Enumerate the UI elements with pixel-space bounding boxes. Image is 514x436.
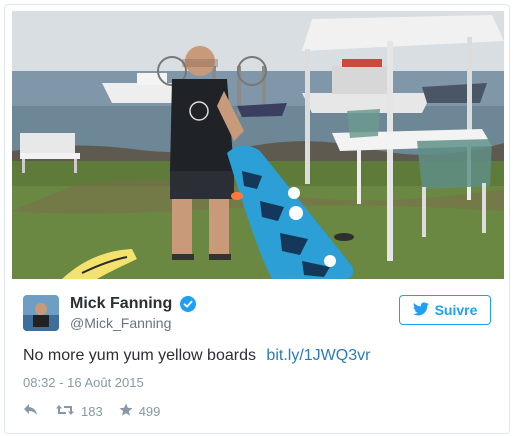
tweet-author: Mick Fanning @Mick_Fanning Suivre xyxy=(23,295,493,335)
tweet-actions: 183 499 xyxy=(23,402,176,420)
retweet-count: 183 xyxy=(81,403,103,419)
twitter-bird-icon xyxy=(412,301,429,319)
retweet-icon xyxy=(55,403,75,420)
star-icon xyxy=(119,403,133,420)
like-count: 499 xyxy=(138,403,161,419)
verified-badge-icon xyxy=(180,296,196,312)
tweet-body: No more yum yum yellow boards xyxy=(23,347,256,364)
follow-button[interactable]: Suivre xyxy=(399,295,491,325)
follow-label: Suivre xyxy=(434,302,478,318)
retweet-button[interactable]: 183 xyxy=(55,403,103,420)
tweet-text: No more yum yum yellow boards bit.ly/1JW… xyxy=(23,347,370,365)
author-handle[interactable]: @Mick_Fanning xyxy=(70,315,171,331)
author-name[interactable]: Mick Fanning xyxy=(70,295,172,313)
reply-icon xyxy=(23,403,39,420)
tweet-timestamp[interactable]: 08:32 - 16 Août 2015 xyxy=(23,375,144,390)
tweet-photo[interactable] xyxy=(12,11,504,279)
tweet-card: Mick Fanning @Mick_Fanning Suivre No mor… xyxy=(4,4,510,434)
like-button[interactable]: 499 xyxy=(119,403,161,420)
tweet-link[interactable]: bit.ly/1JWQ3vr xyxy=(266,347,370,364)
reply-button[interactable] xyxy=(23,403,39,420)
avatar[interactable] xyxy=(23,295,59,331)
